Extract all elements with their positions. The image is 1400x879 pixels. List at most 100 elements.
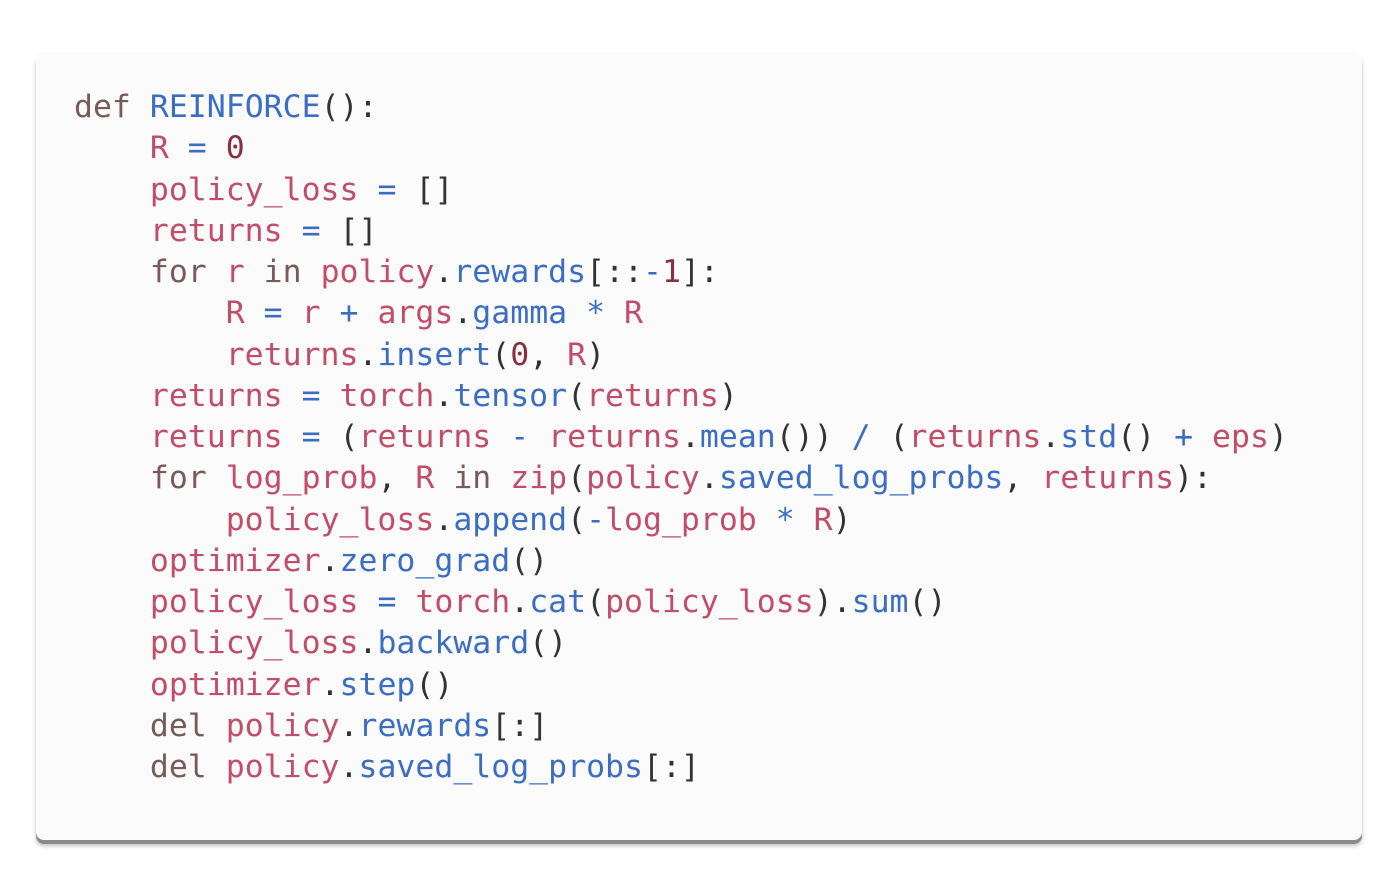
code-line: del policy.rewards[:] — [74, 706, 1288, 747]
code-token: = — [301, 419, 321, 455]
code-token: step — [339, 666, 416, 703]
code-token: () — [908, 584, 947, 620]
code-token: . — [339, 707, 359, 744]
code-token: ()) — [775, 419, 852, 455]
code-token: . — [320, 666, 340, 703]
code-token: ( — [586, 584, 606, 620]
code-token: ): — [1174, 460, 1212, 497]
code-line: optimizer.step() — [74, 665, 1288, 706]
code-token: returns — [149, 212, 283, 249]
code-token: saved_log_probs — [718, 460, 1004, 497]
code-token: ) — [832, 501, 852, 538]
code-token: policy_loss — [225, 501, 435, 538]
code-token: R — [567, 336, 587, 373]
code-token: saved_log_probs — [358, 749, 643, 785]
code-token: R — [225, 295, 245, 332]
code-token: sum — [851, 584, 909, 620]
code-token: = — [377, 171, 397, 208]
code-token: , — [1003, 460, 1042, 497]
code-token: eps — [1212, 419, 1269, 455]
code-token: ( — [567, 460, 587, 497]
code-token: . — [434, 377, 454, 414]
code-token: r — [225, 254, 245, 290]
code-token: . — [1041, 419, 1061, 455]
code-line: optimizer.zero_grad() — [74, 541, 1288, 582]
code-token: torch — [415, 584, 511, 620]
code-line: returns = [] — [74, 211, 1288, 252]
code-token: returns — [908, 419, 1042, 455]
code-line: for r in policy.rewards[::-1]: — [74, 252, 1288, 293]
code-token: R — [813, 501, 833, 538]
code-token: policy_loss — [149, 584, 359, 620]
code-token: returns — [358, 419, 492, 455]
code-token: append — [453, 501, 568, 538]
code-token: rewards — [358, 707, 492, 744]
code-token: ( — [491, 336, 511, 373]
code-token: returns — [586, 377, 719, 414]
code-token: [:] — [642, 749, 700, 785]
code-token: , — [377, 460, 416, 497]
code-line: returns = (returns - returns.mean()) / (… — [74, 417, 1288, 458]
code-token: del — [149, 707, 207, 744]
code-token: log_prob — [225, 460, 378, 497]
code-token: () — [415, 666, 454, 703]
code-token: . — [434, 254, 454, 290]
code-token: = — [187, 130, 207, 167]
code-token: 0 — [510, 336, 530, 373]
code-token: zip — [510, 460, 568, 497]
code-line: policy_loss.append(-log_prob * R) — [74, 500, 1288, 541]
code-token: (): — [320, 89, 378, 125]
code-token: () — [529, 625, 568, 662]
code-token: * — [586, 295, 606, 332]
code-token: 0 — [225, 130, 245, 167]
code-token: args — [377, 295, 454, 332]
code-token: r — [301, 295, 321, 332]
code-token: policy — [320, 254, 435, 290]
code-token: returns — [225, 336, 359, 373]
code-token: . — [510, 584, 530, 620]
code-token: = — [301, 212, 321, 249]
code-token: in — [263, 254, 302, 290]
code-token: . — [680, 419, 700, 455]
code-token: std — [1060, 419, 1118, 455]
code-token: insert — [377, 336, 492, 373]
code-token: ) — [1268, 419, 1288, 455]
code-token: policy_loss — [149, 171, 359, 208]
code-token: ]: — [680, 254, 719, 290]
code-line: for log_prob, R in zip(policy.saved_log_… — [74, 458, 1288, 499]
code-line: R = r + args.gamma * R — [74, 293, 1288, 334]
code-token: - — [510, 419, 530, 455]
code-token: policy — [586, 460, 700, 497]
code-token: = — [301, 377, 321, 414]
code-line: policy_loss.backward() — [74, 623, 1288, 664]
code-token: = — [263, 295, 283, 332]
code-token: . — [320, 542, 340, 579]
code-token: ( — [567, 501, 587, 538]
